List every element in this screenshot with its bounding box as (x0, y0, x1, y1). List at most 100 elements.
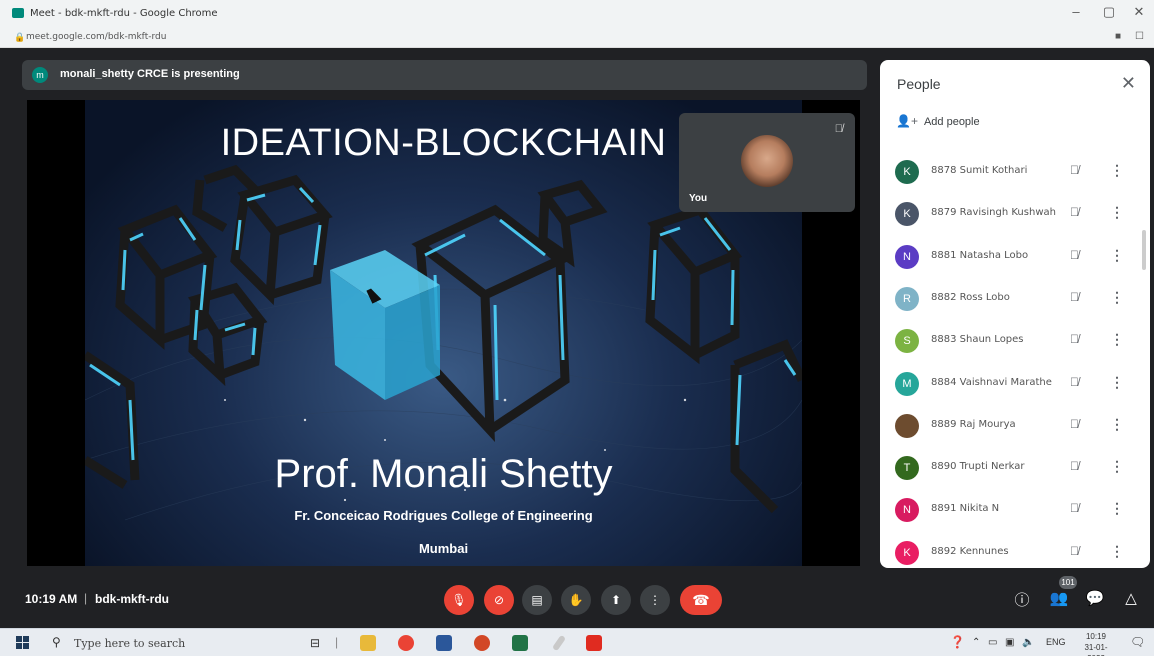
participant-avatar: S (895, 329, 919, 354)
mic-muted-icon: 🎙̸ (1070, 459, 1079, 474)
participant-row[interactable]: K 8892 Kennunes 🎙̸ ⋮ (880, 533, 1142, 568)
window-title: Meet - bdk-mkft-rdu - Google Chrome (30, 8, 218, 19)
meeting-details-button[interactable]: ⓘ (1011, 589, 1033, 610)
windows-taskbar: ⚲ Type here to search ⊟ | ❓ ⌃ ▭ ▣ 🔈 ENG … (0, 628, 1154, 656)
present-button[interactable]: ⬆ (601, 585, 631, 615)
participant-row[interactable]: R 8882 Ross Lobo 🎙̸ ⋮ (880, 279, 1142, 321)
letterbox-left (27, 100, 85, 566)
participant-row[interactable]: 8889 Raj Mourya 🎙̸ ⋮ (880, 406, 1142, 448)
acrobat-icon[interactable] (586, 635, 602, 651)
mic-muted-icon: 🎙̸ (1070, 332, 1079, 347)
participant-more-button[interactable]: ⋮ (1110, 416, 1124, 433)
captions-button[interactable]: ▤ (522, 585, 552, 615)
participant-name: 8881 Natasha Lobo (931, 249, 1029, 261)
system-clock[interactable]: 10:19 31-01-2022 (1076, 631, 1116, 656)
word-icon[interactable] (436, 635, 452, 651)
chat-button[interactable]: 💬 (1084, 589, 1106, 607)
people-scrollbar[interactable] (1142, 230, 1146, 270)
lock-icon: 🔒 (14, 32, 26, 42)
participant-more-button[interactable]: ⋮ (1110, 458, 1124, 475)
help-icon[interactable]: ❓ (950, 635, 965, 649)
participant-row[interactable]: N 8881 Natasha Lobo 🎙̸ ⋮ (880, 237, 1142, 279)
open-tab-icon[interactable]: ☐ (1135, 31, 1144, 42)
file-explorer-icon[interactable] (360, 635, 376, 651)
more-options-button[interactable]: ⋮ (640, 585, 670, 615)
people-panel-title: People (897, 76, 941, 92)
close-panel-button[interactable]: ✕ (1121, 73, 1136, 94)
participant-more-button[interactable]: ⋮ (1110, 289, 1124, 306)
participant-name: 8884 Vaishnavi Marathe (931, 376, 1052, 388)
notifications-icon[interactable]: 🗨 (1130, 635, 1145, 649)
url-text[interactable]: meet.google.com/bdk-mkft-rdu (26, 32, 166, 42)
activities-button[interactable]: △ (1120, 589, 1142, 607)
minimize-button[interactable]: – (1066, 4, 1086, 19)
participant-row[interactable]: M 8884 Vaishnavi Marathe 🎙̸ ⋮ (880, 364, 1142, 406)
participant-name: 8883 Shaun Lopes (931, 334, 1024, 346)
taskbar-search-box[interactable]: ⚲ Type here to search (52, 634, 292, 652)
add-people-button[interactable]: 👤+ Add people (896, 114, 980, 128)
restore-button[interactable]: ▢ (1099, 4, 1119, 20)
camera-off-button[interactable]: ⊘ (484, 585, 514, 615)
browser-title-bar: Meet - bdk-mkft-rdu - Google Chrome – ▢ … (0, 0, 1154, 28)
leave-call-button[interactable]: ☎ (680, 585, 722, 615)
participant-more-button[interactable]: ⋮ (1110, 162, 1124, 179)
language-indicator[interactable]: ENG (1046, 637, 1066, 647)
captions-icon: ▤ (531, 593, 543, 607)
windows-start-button[interactable] (16, 636, 30, 650)
participant-avatar: M (895, 371, 919, 396)
meeting-code: bdk-mkft-rdu (95, 592, 169, 606)
participant-row[interactable]: K 8878 Sumit Kothari 🎙̸ ⋮ (880, 152, 1142, 194)
participant-more-button[interactable]: ⋮ (1110, 331, 1124, 348)
participant-more-button[interactable]: ⋮ (1110, 500, 1124, 517)
excel-icon[interactable] (512, 635, 528, 651)
camera-indicator-icon[interactable]: ■ (1115, 31, 1121, 42)
self-video-tile[interactable]: 🎙̸ You (679, 113, 855, 212)
volume-icon[interactable]: 🔈 (1022, 637, 1034, 648)
meeting-controls: 10:19 AM | bdk-mkft-rdu 🎙 ⊘ ▤ ✋ ⬆ ⋮ ☎ ⓘ … (0, 574, 1154, 626)
participant-name: 8892 Kennunes (931, 545, 1009, 557)
meet-favicon-icon (12, 8, 24, 18)
participant-name: 8882 Ross Lobo (931, 291, 1010, 303)
participant-name: 8879 Ravisingh Kushwah (931, 207, 1056, 219)
participant-avatar (895, 413, 919, 438)
participant-more-button[interactable]: ⋮ (1110, 204, 1124, 221)
presenter-avatar: m (32, 67, 48, 83)
address-bar[interactable]: 🔒 meet.google.com/bdk-mkft-rdu ■ ☐ (0, 28, 1154, 48)
participant-more-button[interactable]: ⋮ (1110, 543, 1124, 560)
participant-more-button[interactable]: ⋮ (1110, 374, 1124, 391)
participant-avatar: T (895, 456, 919, 481)
raise-hand-button[interactable]: ✋ (561, 585, 591, 615)
slide-presenter-name: Prof. Monali Shetty (274, 452, 613, 496)
people-button[interactable]: 👥 (1048, 589, 1070, 607)
participant-avatar: N (895, 498, 919, 523)
mic-off-button[interactable]: 🎙 (444, 585, 474, 615)
present-icon: ⬆ (610, 593, 622, 607)
powerpoint-icon[interactable] (474, 635, 490, 651)
chrome-icon[interactable] (398, 635, 414, 651)
mic-muted-icon: 🎙̸ (1070, 247, 1079, 262)
task-view-icon[interactable]: ⊟ (310, 636, 320, 650)
self-avatar (741, 135, 793, 187)
participant-more-button[interactable]: ⋮ (1110, 247, 1124, 264)
pen-tool-icon[interactable] (551, 634, 567, 652)
clock-time: 10:19 (1085, 632, 1107, 641)
network-icon[interactable]: ▣ (1005, 637, 1014, 648)
clock-date: 31-01-2022 (1084, 643, 1108, 656)
show-hidden-icons[interactable]: ⌃ (972, 637, 980, 648)
participant-row[interactable]: S 8883 Shaun Lopes 🎙̸ ⋮ (880, 321, 1142, 363)
participant-row[interactable]: T 8890 Trupti Nerkar 🎙̸ ⋮ (880, 448, 1142, 490)
divider: | (335, 635, 339, 649)
participant-row[interactable]: N 8891 Nikita N 🎙̸ ⋮ (880, 490, 1142, 532)
search-placeholder: Type here to search (74, 637, 186, 650)
battery-icon[interactable]: ▭ (988, 637, 997, 648)
participant-avatar: K (895, 202, 919, 227)
mic-muted-icon: 🎙̸ (1070, 205, 1079, 220)
presenting-banner: m monali_shetty CRCE is presenting (22, 60, 867, 90)
close-window-button[interactable]: ✕ (1129, 4, 1149, 20)
slide-city: Mumbai (418, 541, 469, 556)
participant-name: 8891 Nikita N (931, 503, 1000, 515)
mic-muted-icon: 🎙̸ (1070, 416, 1079, 431)
slide-college: Fr. Conceicao Rodrigues College of Engin… (294, 508, 593, 523)
mic-muted-icon: 🎙̸ (1070, 374, 1079, 389)
participant-row[interactable]: K 8879 Ravisingh Kushwah 🎙̸ ⋮ (880, 194, 1142, 236)
